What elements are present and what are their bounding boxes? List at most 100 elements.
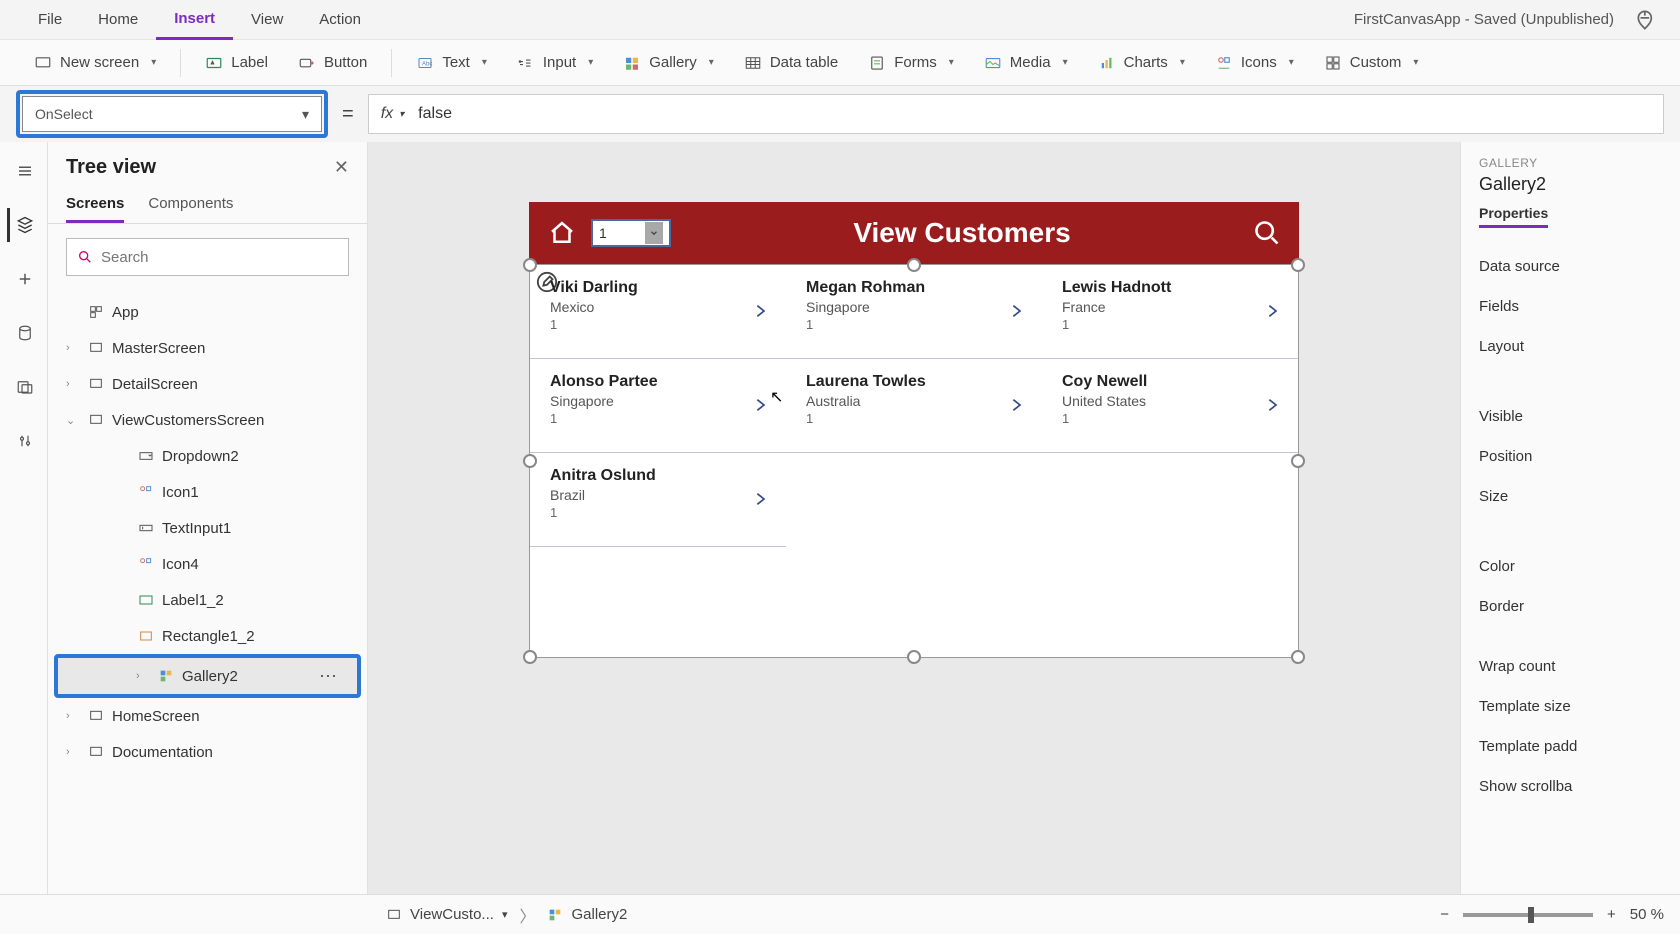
property-selector[interactable]: OnSelect ▾ xyxy=(22,96,322,132)
tree-textinput1[interactable]: TextInput1 xyxy=(48,510,367,546)
ribbon-new-screen[interactable]: New screen▾ xyxy=(20,40,170,86)
props-selected-name: Gallery2 xyxy=(1479,174,1680,195)
prop-template-size[interactable]: Template size xyxy=(1479,686,1680,726)
prop-position[interactable]: Position xyxy=(1479,436,1680,476)
ribbon: New screen▾ Label Button Abc Text▾ Input… xyxy=(0,40,1680,86)
advanced-tools-icon[interactable] xyxy=(7,424,41,458)
zoom-in-button[interactable]: + xyxy=(1607,906,1616,923)
home-icon[interactable] xyxy=(547,218,577,248)
tab-screens[interactable]: Screens xyxy=(66,187,124,223)
chevron-right-icon[interactable] xyxy=(752,395,768,415)
ribbon-media[interactable]: Media▾ xyxy=(970,40,1082,86)
menu-action[interactable]: Action xyxy=(301,0,379,40)
prop-show-scrollbar[interactable]: Show scrollba xyxy=(1479,766,1680,806)
props-tab-properties[interactable]: Properties xyxy=(1479,205,1548,228)
app-header: 1 View Customers xyxy=(529,202,1299,264)
prop-size[interactable]: Size xyxy=(1479,476,1680,516)
chevron-right-icon[interactable] xyxy=(752,489,768,509)
more-icon[interactable]: ⋯ xyxy=(319,666,351,687)
ribbon-custom[interactable]: Custom▾ xyxy=(1310,40,1433,86)
app-canvas[interactable]: 1 View Customers ↖ xyxy=(529,202,1299,658)
tree-screen-viewcustomers[interactable]: ⌄ ViewCustomersScreen xyxy=(48,402,367,438)
prop-wrap-count[interactable]: Wrap count xyxy=(1479,646,1680,686)
tree-view-icon[interactable] xyxy=(7,208,41,242)
gallery-selection[interactable]: ↖ Viki Darling Mexico 1 Megan Rohman Sin… xyxy=(529,264,1299,658)
prop-data-source[interactable]: Data source xyxy=(1479,246,1680,286)
gallery-card[interactable]: Anitra Oslund Brazil 1 xyxy=(530,453,786,547)
chevron-right-icon[interactable] xyxy=(1008,301,1024,321)
tree-rectangle1-2[interactable]: Rectangle1_2 xyxy=(48,618,367,654)
tree-icon1[interactable]: Icon1 xyxy=(48,474,367,510)
ribbon-label[interactable]: Label xyxy=(191,40,282,86)
dropdown-control[interactable]: 1 xyxy=(591,219,671,247)
fx-icon[interactable]: fx▾ xyxy=(381,105,404,123)
tree-tabs: Screens Components xyxy=(48,187,367,224)
chevron-right-icon[interactable] xyxy=(1264,395,1280,415)
search-icon[interactable] xyxy=(1253,219,1281,247)
tab-components[interactable]: Components xyxy=(148,187,233,223)
tree-screen-master[interactable]: › MasterScreen xyxy=(48,330,367,366)
formula-bar[interactable]: fx▾ false xyxy=(368,94,1664,134)
tree-panel: Tree view ✕ Screens Components App › Mas… xyxy=(48,142,368,894)
formula-row: OnSelect ▾ = fx▾ false xyxy=(0,86,1680,142)
tree-label1-2[interactable]: Label1_2 xyxy=(48,582,367,618)
gallery-card[interactable]: Megan Rohman Singapore 1 xyxy=(786,265,1042,359)
gallery-card[interactable]: Viki Darling Mexico 1 xyxy=(530,265,786,359)
menu-insert[interactable]: Insert xyxy=(156,0,233,40)
media-pane-icon[interactable] xyxy=(7,370,41,404)
gallery-card[interactable]: Lewis Hadnott France 1 xyxy=(1042,265,1298,359)
prop-border[interactable]: Border xyxy=(1479,586,1680,626)
canvas-area[interactable]: 1 View Customers ↖ xyxy=(368,142,1460,894)
prop-template-padding[interactable]: Template padd xyxy=(1479,726,1680,766)
menu-file[interactable]: File xyxy=(20,0,80,40)
tree-dropdown2[interactable]: Dropdown2 xyxy=(48,438,367,474)
gallery-card[interactable]: Laurena Towles Australia 1 xyxy=(786,359,1042,453)
tree-screen-detail[interactable]: › DetailScreen xyxy=(48,366,367,402)
tree-screen-documentation[interactable]: › Documentation xyxy=(48,734,367,770)
menu-view[interactable]: View xyxy=(233,0,301,40)
insert-pane-icon[interactable] xyxy=(7,262,41,296)
breadcrumb-element[interactable]: Gallery2 xyxy=(547,906,627,923)
tree-app[interactable]: App xyxy=(48,294,367,330)
ribbon-forms[interactable]: Forms▾ xyxy=(854,40,968,86)
svg-text:Abc: Abc xyxy=(422,61,432,67)
ribbon-input[interactable]: Input▾ xyxy=(503,40,607,86)
ribbon-charts[interactable]: Charts▾ xyxy=(1084,40,1199,86)
data-icon[interactable] xyxy=(7,316,41,350)
hamburger-icon[interactable] xyxy=(7,154,41,188)
prop-visible[interactable]: Visible xyxy=(1479,396,1680,436)
ribbon-text[interactable]: Abc Text▾ xyxy=(402,40,501,86)
zoom-out-button[interactable]: − xyxy=(1440,906,1449,923)
prop-layout[interactable]: Layout xyxy=(1479,326,1680,366)
chevron-down-icon[interactable] xyxy=(645,222,663,244)
menu-home[interactable]: Home xyxy=(80,0,156,40)
ribbon-button[interactable]: Button xyxy=(284,40,381,86)
gallery-card[interactable]: Alonso Partee Singapore 1 xyxy=(530,359,786,453)
zoom-level: 50 % xyxy=(1630,906,1664,923)
ribbon-icons[interactable]: Icons▾ xyxy=(1201,40,1308,86)
tree-title: Tree view xyxy=(66,156,156,179)
diagnostics-icon[interactable] xyxy=(1634,7,1660,33)
prop-color[interactable]: Color xyxy=(1479,546,1680,586)
zoom-controls: − + 50 % xyxy=(1440,906,1664,923)
chevron-right-icon[interactable] xyxy=(752,301,768,321)
gallery-card[interactable]: Coy Newell United States 1 xyxy=(1042,359,1298,453)
ribbon-gallery[interactable]: Gallery▾ xyxy=(609,40,728,86)
formula-value[interactable]: false xyxy=(418,105,452,123)
tree-gallery2[interactable]: › Gallery2 ⋯ xyxy=(58,658,357,694)
chevron-right-icon[interactable] xyxy=(1264,301,1280,321)
ribbon-data-table[interactable]: Data table xyxy=(730,40,852,86)
close-icon[interactable]: ✕ xyxy=(334,157,349,178)
props-category: GALLERY xyxy=(1479,156,1680,170)
property-selector-highlight: OnSelect ▾ xyxy=(16,90,328,138)
tree-screen-home[interactable]: › HomeScreen xyxy=(48,698,367,734)
tree-search[interactable] xyxy=(66,238,349,276)
breadcrumb-screen[interactable]: ViewCusto... ▾ xyxy=(386,906,507,923)
prop-fields[interactable]: Fields xyxy=(1479,286,1680,326)
chevron-right-icon[interactable] xyxy=(1008,395,1024,415)
tree-search-input[interactable] xyxy=(101,249,338,266)
zoom-slider[interactable] xyxy=(1463,913,1593,917)
search-icon xyxy=(77,249,93,265)
tree-icon4[interactable]: Icon4 xyxy=(48,546,367,582)
page-title: View Customers xyxy=(685,217,1239,249)
